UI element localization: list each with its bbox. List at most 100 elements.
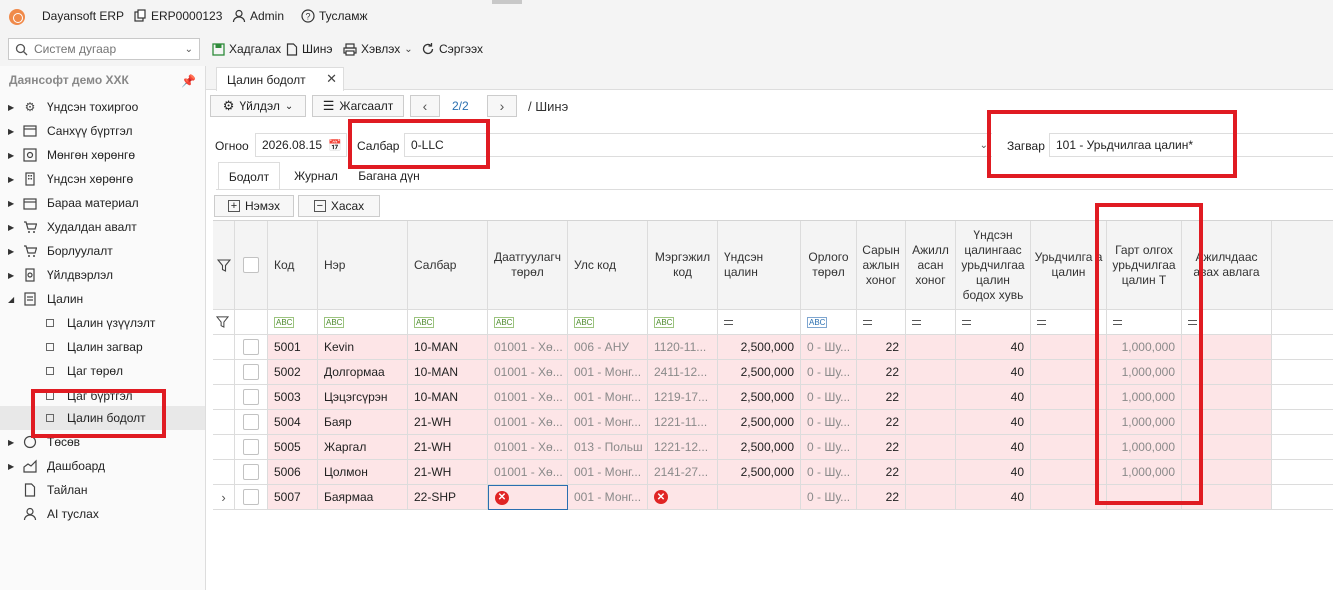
tab-column-sum[interactable]: Багана дүн xyxy=(354,162,424,190)
cell-profession-code[interactable]: 1120-11... xyxy=(648,335,718,360)
sidebar-item-payroll[interactable]: ◢ Цалин xyxy=(0,287,205,311)
sidebar-item-timesheet[interactable]: Цаг бүртгэл xyxy=(0,384,205,408)
checkbox[interactable] xyxy=(243,339,259,355)
cell-advance-ratio[interactable]: 40 xyxy=(956,485,1031,510)
cell-advance-ratio[interactable]: 40 xyxy=(956,335,1031,360)
cell-code[interactable]: 5003 xyxy=(268,385,318,410)
filter-country-code[interactable]: ABC xyxy=(568,310,648,335)
cell-work-days[interactable]: 22 xyxy=(857,360,906,385)
cell-income-type[interactable]: 0 - Шу... xyxy=(801,360,857,385)
sidebar-item-inventory[interactable]: ▶ Бараа материал xyxy=(0,191,205,215)
help-menu[interactable]: ? Тусламж xyxy=(301,9,367,23)
filter-advance[interactable] xyxy=(1031,310,1107,335)
cell-advance-ratio[interactable]: 40 xyxy=(956,385,1031,410)
row-checkbox[interactable] xyxy=(235,460,268,485)
cell-country-code[interactable]: 001 - Монг... xyxy=(568,410,648,435)
col-header-branch[interactable]: Салбар xyxy=(408,221,488,310)
cell-profession-code[interactable]: 1221-11... xyxy=(648,410,718,435)
chevron-down-icon[interactable]: ⌄ xyxy=(185,44,193,55)
cell-work-days[interactable]: 22 xyxy=(857,410,906,435)
cell-advance[interactable] xyxy=(1031,360,1107,385)
checkbox[interactable] xyxy=(243,414,259,430)
cell-work-days[interactable]: 22 xyxy=(857,485,906,510)
col-header-deduction[interactable]: Ажилчдаас авах авлага xyxy=(1182,221,1272,310)
cell-branch[interactable]: 10-MAN xyxy=(408,335,488,360)
sidebar-item-salary-indicators[interactable]: Цалин үзүүлэлт xyxy=(0,311,205,335)
cell-net-advance[interactable]: 1,000,000 xyxy=(1107,435,1182,460)
cell-advance-ratio[interactable]: 40 xyxy=(956,410,1031,435)
row-indicator[interactable]: › xyxy=(213,485,235,510)
row-checkbox[interactable] xyxy=(235,360,268,385)
cell-insurance-type[interactable]: 01001 - Хө... xyxy=(488,460,568,485)
cell-advance[interactable] xyxy=(1031,460,1107,485)
cell-work-days[interactable]: 22 xyxy=(857,435,906,460)
cell-deduction[interactable] xyxy=(1182,435,1272,460)
cell-advance[interactable] xyxy=(1031,485,1107,510)
sidebar-item-sales[interactable]: ▶ Борлуулалт xyxy=(0,239,205,263)
cell-name[interactable]: Kevin xyxy=(318,335,408,360)
cell-name[interactable]: Баяр xyxy=(318,410,408,435)
cell-name[interactable]: Цэцэгсүрэн xyxy=(318,385,408,410)
cell-deduction[interactable] xyxy=(1182,485,1272,510)
row-checkbox[interactable] xyxy=(235,385,268,410)
template-field[interactable]: 101 - Урьдчилгаа цалин* xyxy=(1049,133,1333,157)
cell-base-salary[interactable]: 2,500,000 xyxy=(718,460,801,485)
checkbox[interactable] xyxy=(243,464,259,480)
search-input[interactable] xyxy=(34,42,164,56)
cell-net-advance[interactable]: 1,000,000 xyxy=(1107,385,1182,410)
cell-name[interactable]: Цолмон xyxy=(318,460,408,485)
cell-base-salary[interactable]: 2,500,000 xyxy=(718,335,801,360)
cell-worked-days[interactable] xyxy=(906,435,956,460)
sidebar-item-budget[interactable]: ▶ Төсөв xyxy=(0,430,205,454)
sidebar-item-salary-templates[interactable]: Цалин загвар xyxy=(0,335,205,359)
cell-code[interactable]: 5002 xyxy=(268,360,318,385)
cell-worked-days[interactable] xyxy=(906,410,956,435)
row-checkbox[interactable] xyxy=(235,335,268,360)
sidebar-item-finance[interactable]: ▶ Санхүү бүртгэл xyxy=(0,119,205,143)
cell-income-type[interactable]: 0 - Шу... xyxy=(801,410,857,435)
cell-branch[interactable]: 21-WH xyxy=(408,435,488,460)
filter-insurance-type[interactable]: ABC xyxy=(488,310,568,335)
pin-icon[interactable]: 📌 xyxy=(181,74,196,88)
col-header-name[interactable]: Нэр xyxy=(318,221,408,310)
cell-name[interactable]: Баярмаа xyxy=(318,485,408,510)
cell-base-salary[interactable]: 2,500,000 xyxy=(718,410,801,435)
filter-base-salary[interactable] xyxy=(718,310,801,335)
filter-row-icon[interactable] xyxy=(213,310,235,335)
cell-insurance-type[interactable]: ✕ xyxy=(488,485,568,510)
cell-worked-days[interactable] xyxy=(906,335,956,360)
tab-journal[interactable]: Журнал xyxy=(286,162,346,190)
cell-country-code[interactable]: 001 - Монг... xyxy=(568,485,648,510)
cell-income-type[interactable]: 0 - Шу... xyxy=(801,485,857,510)
new-button[interactable]: Шинэ xyxy=(286,42,332,56)
cell-advance[interactable] xyxy=(1031,385,1107,410)
system-search[interactable]: ⌄ xyxy=(8,38,200,60)
cell-branch[interactable]: 10-MAN xyxy=(408,360,488,385)
sidebar-item-settings[interactable]: ▶ ⚙ Үндсэн тохиргоо xyxy=(0,95,205,119)
row-indicator[interactable] xyxy=(213,410,235,435)
cell-worked-days[interactable] xyxy=(906,360,956,385)
sidebar-item-time-types[interactable]: Цаг төрөл xyxy=(0,359,205,383)
cell-code[interactable]: 5004 xyxy=(268,410,318,435)
cell-insurance-type[interactable]: 01001 - Хө... xyxy=(488,410,568,435)
cell-code[interactable]: 5001 xyxy=(268,335,318,360)
erp-code[interactable]: ERP0000123 xyxy=(133,9,222,23)
cell-country-code[interactable]: 001 - Монг... xyxy=(568,460,648,485)
sidebar-item-salary-calculation[interactable]: Цалин бодолт xyxy=(0,406,205,430)
cell-net-advance[interactable]: 1,000,000 xyxy=(1107,410,1182,435)
tab-calculation[interactable]: Бодолт xyxy=(218,162,280,190)
cell-deduction[interactable] xyxy=(1182,410,1272,435)
cell-profession-code[interactable]: 2411-12... xyxy=(648,360,718,385)
cell-branch[interactable]: 21-WH xyxy=(408,410,488,435)
cell-income-type[interactable]: 0 - Шу... xyxy=(801,435,857,460)
filter-worked-days[interactable] xyxy=(906,310,956,335)
cell-base-salary[interactable] xyxy=(718,485,801,510)
col-header-income-type[interactable]: Орлого төрөл xyxy=(801,221,857,310)
cell-branch[interactable]: 10-MAN xyxy=(408,385,488,410)
col-header-net-advance[interactable]: Гарт олгох урьдчилгаа цалин Т xyxy=(1107,221,1182,310)
print-button[interactable]: Хэвлэх ⌄ xyxy=(343,42,413,56)
cell-base-salary[interactable]: 2,500,000 xyxy=(718,435,801,460)
sidebar-item-purchase[interactable]: ▶ Худалдан авалт xyxy=(0,215,205,239)
cell-branch[interactable]: 21-WH xyxy=(408,460,488,485)
col-header-work-days[interactable]: Сарын ажлын хоног xyxy=(857,221,906,310)
